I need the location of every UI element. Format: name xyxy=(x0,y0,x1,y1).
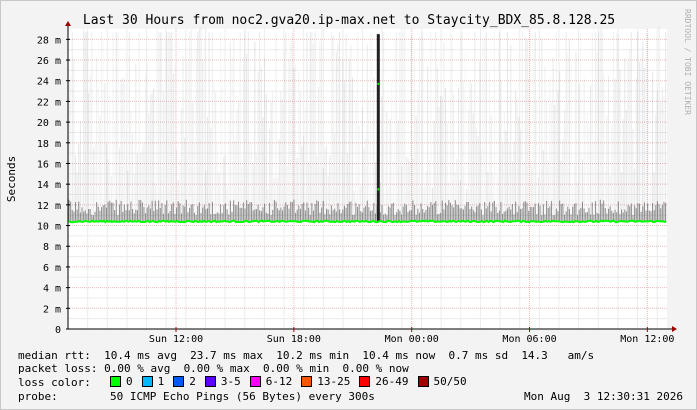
legend-label: 1 xyxy=(157,375,165,388)
loss-color-legend: loss color: 0 1 2 3-5 6-12 13-25 26-49 50/50 xyxy=(18,375,476,390)
y-tick-label: 20 m xyxy=(37,118,61,129)
legend-swatch xyxy=(249,376,261,387)
legend-item: 1 xyxy=(141,375,165,388)
x-tick-label: Mon 00:00 xyxy=(385,334,439,345)
median-point-high xyxy=(377,188,380,191)
packet-loss-stats: packet loss: 0.00 % avg 0.00 % max 0.00 … xyxy=(18,362,409,375)
probe-title: probe: xyxy=(18,390,58,403)
smoke-area xyxy=(68,25,667,222)
x-tick-label: Mon 06:00 xyxy=(502,334,556,345)
legend-swatch xyxy=(173,376,185,387)
legend-item: 26-49 xyxy=(359,375,409,388)
legend-label: 50/50 xyxy=(433,375,467,388)
y-tick-label: 4 m xyxy=(43,284,61,295)
x-tick-label: Mon 12:00 xyxy=(620,334,674,345)
legend-swatch xyxy=(204,376,216,387)
legend-swatch xyxy=(110,376,121,387)
legend-label: 3-5 xyxy=(220,375,241,388)
legend-item: 50/50 xyxy=(417,375,467,388)
y-tick-label: 22 m xyxy=(37,97,61,108)
y-tick-label: 24 m xyxy=(37,77,61,88)
y-tick-label: 10 m xyxy=(37,222,61,233)
y-tick-label: 2 m xyxy=(43,304,61,315)
probe-info: probe: 50 ICMP Echo Pings (56 Bytes) eve… xyxy=(18,390,683,403)
legend-label: 13-25 xyxy=(317,375,351,388)
y-tick-label: 14 m xyxy=(37,180,61,191)
y-tick-label: 0 xyxy=(55,325,61,336)
legend-item: 6-12 xyxy=(249,375,293,388)
latency-chart: 0 2 m 4 m 6 m 8 m 10 m 12 m 14 m 16 m 18 m 20 m 22 … xyxy=(5,9,692,345)
y-tick-label: 18 m xyxy=(37,139,61,150)
x-tick-label: Sun 18:00 xyxy=(267,334,321,345)
probe-timestamp: Mon Aug 3 12:30:31 2026 xyxy=(524,390,683,403)
legend-swatch xyxy=(417,376,429,387)
legend-items: 0 1 2 3-5 6-12 13-25 26-49 50/50 xyxy=(110,375,476,390)
median-rtt-stats: median rtt: 10.4 ms avg 23.7 ms max 10.2… xyxy=(18,349,595,362)
y-tick-labels: 0 2 m 4 m 6 m 8 m 10 m 12 m 14 m 16 m 18 m 20 m 22 … xyxy=(37,35,70,336)
y-tick-label: 28 m xyxy=(37,35,61,46)
legend-item: 13-25 xyxy=(301,375,350,388)
legend-swatch xyxy=(141,376,153,387)
legend-swatch xyxy=(301,376,313,387)
y-tick-label: 8 m xyxy=(43,242,61,253)
legend-item: 0 xyxy=(110,375,133,388)
y-tick-label: 12 m xyxy=(37,201,61,212)
x-tick-labels: Sun 12:00 Sun 18:00 Mon 00:00 Mon 06:00 Mon … xyxy=(149,327,674,345)
y-axis-label: Seconds xyxy=(5,156,18,202)
legend-label: 2 xyxy=(189,375,196,388)
legend-label: 0 xyxy=(126,375,133,388)
probe-description: 50 ICMP Echo Pings (56 Bytes) every 300s xyxy=(110,390,375,403)
median-point-max xyxy=(377,82,380,85)
y-tick-label: 26 m xyxy=(37,56,61,67)
y-axis-arrow xyxy=(65,21,71,26)
x-tick-label: Sun 12:00 xyxy=(149,334,203,345)
y-tick-label: 6 m xyxy=(43,263,61,274)
x-axis-arrow xyxy=(672,326,677,332)
legend-swatch xyxy=(359,376,371,387)
y-tick-label: 16 m xyxy=(37,159,61,170)
smokeping-graph: 0 2 m 4 m 6 m 8 m 10 m 12 m 14 m 16 m 18 m 20 m 22 … xyxy=(0,0,697,410)
chart-title: Last 30 Hours from noc2.gva20.ip-max.net… xyxy=(83,13,615,28)
legend-label: 6-12 xyxy=(265,375,293,388)
legend-label: 26-49 xyxy=(375,375,409,388)
legend-item: 2 xyxy=(173,375,196,388)
rrdtool-watermark: RRDTOOL / TOBI OETIKER xyxy=(683,9,692,115)
legend-item: 3-5 xyxy=(204,375,241,388)
legend-title: loss color: xyxy=(18,376,91,389)
